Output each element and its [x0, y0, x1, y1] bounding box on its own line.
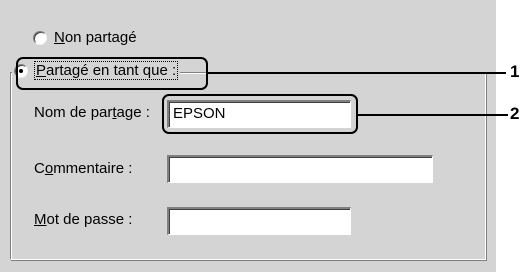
callout-number-2: 2 [510, 104, 520, 123]
callout-leader-1 [208, 72, 506, 74]
callout-box-1 [16, 57, 208, 90]
radio-not-shared[interactable]: Non partagé [33, 29, 137, 46]
callout-box-2 [162, 94, 358, 134]
comment-input[interactable] [167, 155, 433, 183]
callout-leader-2 [358, 114, 508, 116]
radio-not-shared-circle[interactable] [33, 30, 47, 45]
radio-not-shared-label: Non partagé [54, 29, 137, 46]
share-name-label: Nom de partage : [34, 104, 150, 121]
callout-number-1: 1 [510, 62, 520, 81]
password-label: Mot de passe : [34, 211, 133, 228]
password-input[interactable] [167, 207, 351, 235]
comment-label: Commentaire : [34, 160, 133, 177]
